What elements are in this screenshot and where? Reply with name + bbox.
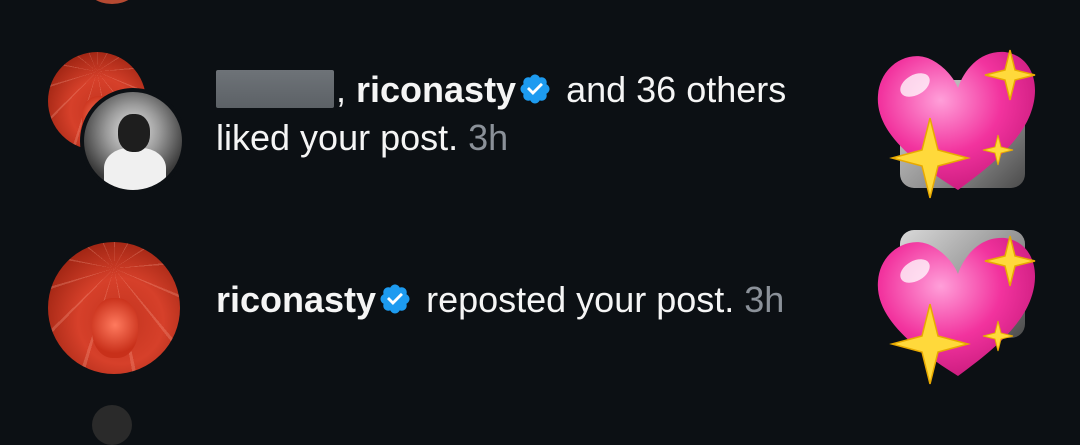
stacked-avatars[interactable] <box>48 52 186 194</box>
notification-suffix: and 36 others <box>556 69 787 110</box>
avatar-image <box>48 242 180 374</box>
sparkling-heart-emoji <box>877 235 1036 385</box>
actor-name[interactable]: riconasty <box>216 279 376 320</box>
sparkling-heart-emoji <box>877 49 1036 199</box>
timestamp: 3h <box>468 117 509 158</box>
notification-text: riconasty reposted your post. 3h <box>216 276 784 324</box>
notification-row-like[interactable]: , riconasty and 36 others liked your pos… <box>0 46 1080 199</box>
verified-badge-icon <box>380 284 410 314</box>
avatar-riconasty[interactable] <box>48 242 180 374</box>
notification-text: , riconasty and 36 others liked your pos… <box>216 66 786 162</box>
next-row-avatar-partial <box>92 405 132 445</box>
verified-badge-icon <box>520 74 550 104</box>
timestamp: 3h <box>744 279 785 320</box>
actor-name[interactable]: riconasty <box>356 69 516 110</box>
previous-row-avatar-partial <box>85 0 139 4</box>
post-thumbnail[interactable] <box>870 226 1045 386</box>
name-separator: , <box>336 69 357 110</box>
notification-row-repost[interactable]: riconasty reposted your post. 3h <box>0 230 1080 385</box>
avatar-riconasty[interactable] <box>80 88 186 194</box>
notification-action: reposted your post. <box>416 279 735 320</box>
redacted-username <box>216 70 334 108</box>
notification-action: liked your post. <box>216 117 459 158</box>
post-thumbnail[interactable] <box>870 40 1045 200</box>
